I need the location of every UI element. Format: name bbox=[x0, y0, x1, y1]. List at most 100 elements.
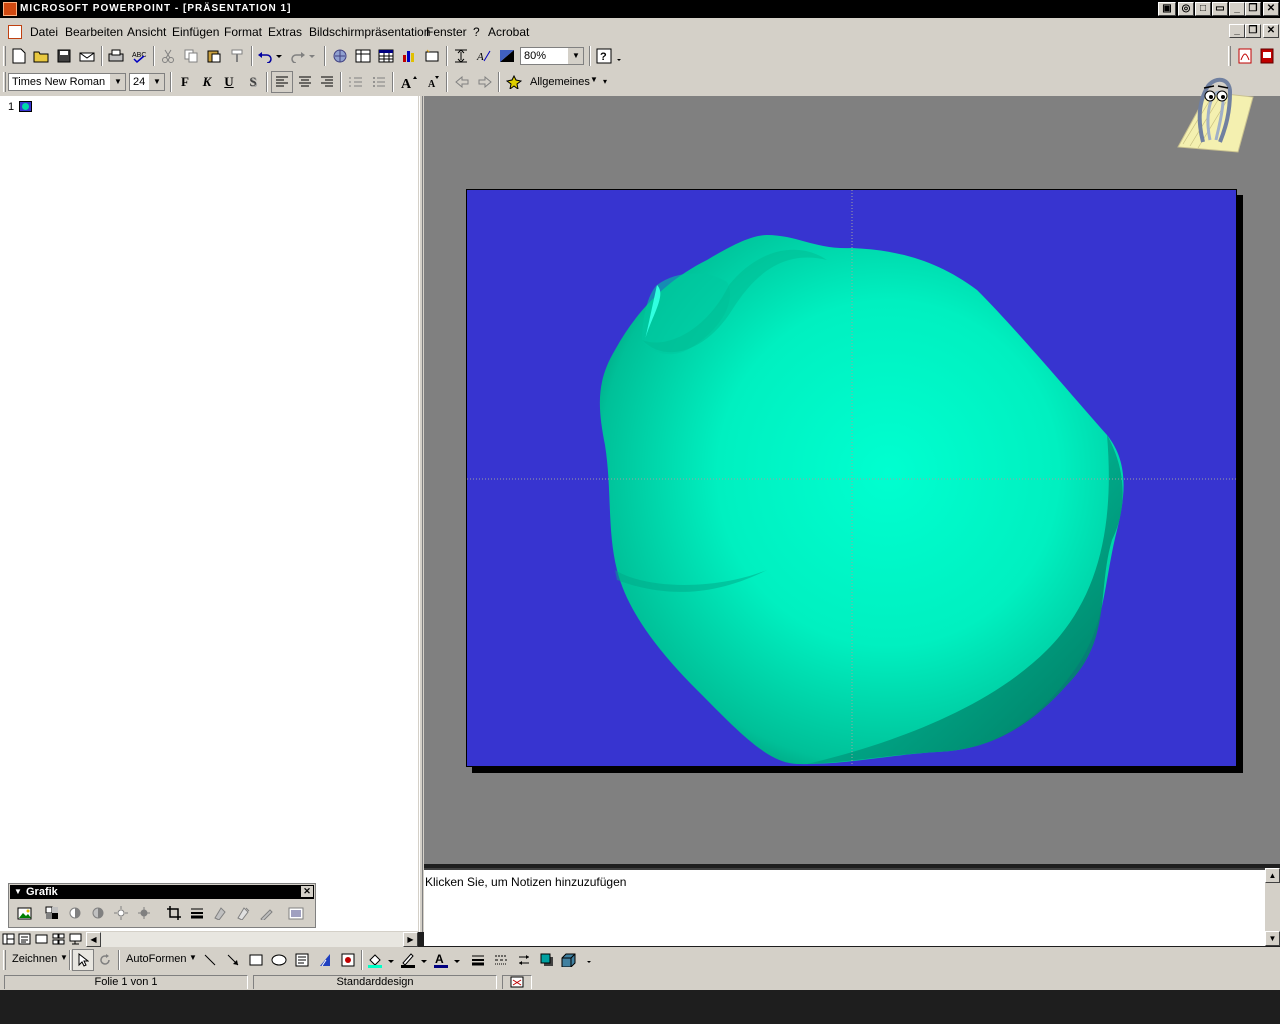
3d-style-icon[interactable] bbox=[559, 949, 593, 971]
hyperlink-icon[interactable] bbox=[329, 45, 351, 67]
spelling-status-icon[interactable] bbox=[502, 975, 532, 989]
line-width-icon[interactable] bbox=[467, 949, 489, 971]
slide-canvas[interactable] bbox=[466, 189, 1237, 767]
cut-icon[interactable] bbox=[157, 45, 179, 67]
scroll-right-icon[interactable]: ▶ bbox=[403, 932, 418, 947]
align-right-icon[interactable] bbox=[316, 71, 338, 93]
more-contrast-icon[interactable] bbox=[65, 903, 85, 923]
close-icon[interactable]: ✕ bbox=[301, 886, 313, 897]
outline-view-icon[interactable] bbox=[18, 933, 31, 945]
notes-pane[interactable]: Klicken Sie, um Notizen hinzuzufügen bbox=[424, 868, 1265, 946]
draw-menu-button[interactable]: Zeichnen bbox=[12, 953, 57, 965]
zoom-combo[interactable]: 80% ▼ bbox=[520, 47, 584, 65]
scroll-up-icon[interactable]: ▲ bbox=[1265, 868, 1280, 883]
slide-thumbnail-icon[interactable] bbox=[19, 101, 32, 112]
help-icon[interactable]: ? bbox=[594, 45, 624, 67]
powerpoint-app-icon[interactable] bbox=[3, 2, 17, 16]
email-icon[interactable] bbox=[76, 45, 98, 67]
tables-borders-icon[interactable] bbox=[352, 45, 374, 67]
image-control-icon[interactable] bbox=[42, 903, 62, 923]
chevron-down-icon[interactable]: ▼ bbox=[189, 953, 197, 962]
less-brightness-icon[interactable] bbox=[134, 903, 154, 923]
menu-bildschirmpraesentation[interactable]: Bildschirmpräsentation bbox=[309, 25, 430, 39]
menu-acrobat[interactable]: Acrobat bbox=[488, 25, 529, 39]
shape-3d-object[interactable] bbox=[467, 190, 1236, 766]
new-icon[interactable] bbox=[8, 45, 30, 67]
select-objects-icon[interactable] bbox=[72, 949, 94, 971]
align-left-icon[interactable] bbox=[271, 71, 293, 93]
demote-icon[interactable] bbox=[474, 71, 496, 93]
bullets-icon[interactable] bbox=[368, 71, 390, 93]
extra-tray-icon[interactable]: ◎ bbox=[1178, 2, 1194, 16]
crop-icon[interactable] bbox=[164, 903, 184, 923]
wordart-icon[interactable] bbox=[314, 949, 336, 971]
rectangle-tool-icon[interactable] bbox=[245, 949, 267, 971]
reset-picture-icon[interactable] bbox=[286, 903, 306, 923]
grafik-toolbar-title[interactable]: ▼ Grafik ✕ bbox=[10, 885, 314, 899]
arrow-style-icon[interactable] bbox=[513, 949, 535, 971]
slide-view-icon[interactable] bbox=[35, 933, 48, 945]
normal-view-icon[interactable] bbox=[2, 933, 15, 945]
chevron-down-icon[interactable]: ▼ bbox=[14, 885, 22, 899]
line-style-icon[interactable] bbox=[187, 903, 207, 923]
textbox-tool-icon[interactable] bbox=[291, 949, 313, 971]
undo-icon[interactable] bbox=[255, 45, 285, 67]
close-button[interactable]: ✕ bbox=[1263, 2, 1279, 16]
chevron-down-icon[interactable]: ▼ bbox=[60, 953, 68, 962]
menu-format[interactable]: Format bbox=[224, 25, 262, 39]
office-assistant-clippy[interactable] bbox=[1168, 72, 1256, 156]
italic-button[interactable]: K bbox=[196, 71, 218, 93]
increase-font-icon[interactable]: A bbox=[398, 71, 420, 93]
menu-extras[interactable]: Extras bbox=[268, 25, 302, 39]
chevron-down-icon[interactable]: ▼ bbox=[590, 75, 598, 84]
restore-button[interactable]: ❐ bbox=[1245, 2, 1261, 16]
insert-chart-icon[interactable] bbox=[398, 45, 420, 67]
restore-small-icon[interactable]: □ bbox=[1195, 2, 1211, 16]
oval-tool-icon[interactable] bbox=[268, 949, 290, 971]
shadow-button[interactable]: S bbox=[242, 71, 264, 93]
less-contrast-icon[interactable] bbox=[88, 903, 108, 923]
shadow-style-icon[interactable] bbox=[536, 949, 558, 971]
fill-color-icon[interactable] bbox=[366, 949, 396, 971]
chevron-down-icon[interactable]: ▼ bbox=[110, 74, 125, 90]
doc-restore-button[interactable]: ❐ bbox=[1245, 24, 1261, 38]
menu-ansicht[interactable]: Ansicht bbox=[127, 25, 166, 39]
save-icon[interactable] bbox=[53, 45, 75, 67]
slide-sorter-view-icon[interactable] bbox=[52, 933, 65, 945]
copy-icon[interactable] bbox=[180, 45, 202, 67]
common-tasks-button[interactable]: Allgemeines bbox=[530, 76, 590, 88]
show-formatting-icon[interactable]: A bbox=[473, 45, 495, 67]
expand-all-icon[interactable] bbox=[450, 45, 472, 67]
line-color-icon[interactable] bbox=[399, 949, 429, 971]
format-painter-icon[interactable] bbox=[226, 45, 248, 67]
minimize-button[interactable]: _ bbox=[1229, 2, 1245, 16]
decrease-font-icon[interactable]: A bbox=[422, 71, 444, 93]
menu-fenster[interactable]: Fenster bbox=[426, 25, 467, 39]
font-name-combo[interactable]: Times New Roman ▼ bbox=[8, 73, 126, 91]
menu-datei[interactable]: Datei bbox=[30, 25, 58, 39]
format-picture-icon[interactable] bbox=[233, 903, 253, 923]
arrow-tool-icon[interactable] bbox=[222, 949, 244, 971]
font-color-icon[interactable]: A bbox=[432, 949, 462, 971]
print-icon[interactable] bbox=[105, 45, 127, 67]
clipart-icon[interactable] bbox=[337, 949, 359, 971]
underline-button[interactable]: U bbox=[218, 71, 240, 93]
chevron-down-icon[interactable]: ▼ bbox=[149, 74, 164, 90]
more-brightness-icon[interactable] bbox=[111, 903, 131, 923]
paste-icon[interactable] bbox=[203, 45, 225, 67]
line-tool-icon[interactable] bbox=[199, 949, 221, 971]
horizontal-scroll-track[interactable] bbox=[101, 932, 403, 947]
free-rotate-icon[interactable] bbox=[94, 949, 116, 971]
numbering-icon[interactable] bbox=[345, 71, 367, 93]
bold-button[interactable]: F bbox=[174, 71, 196, 93]
menu-bearbeiten[interactable]: Bearbeiten bbox=[65, 25, 123, 39]
slide-show-icon[interactable] bbox=[69, 933, 82, 945]
promote-icon[interactable] bbox=[451, 71, 473, 93]
scroll-down-icon[interactable]: ▼ bbox=[1265, 931, 1280, 946]
autoshapes-menu-button[interactable]: AutoFormen bbox=[126, 953, 187, 965]
doc-minimize-button[interactable]: _ bbox=[1229, 24, 1245, 38]
set-transparent-color-icon[interactable] bbox=[256, 903, 276, 923]
recolor-picture-icon[interactable] bbox=[210, 903, 230, 923]
open-icon[interactable] bbox=[30, 45, 52, 67]
extra2-icon[interactable]: ▭ bbox=[1212, 2, 1228, 16]
